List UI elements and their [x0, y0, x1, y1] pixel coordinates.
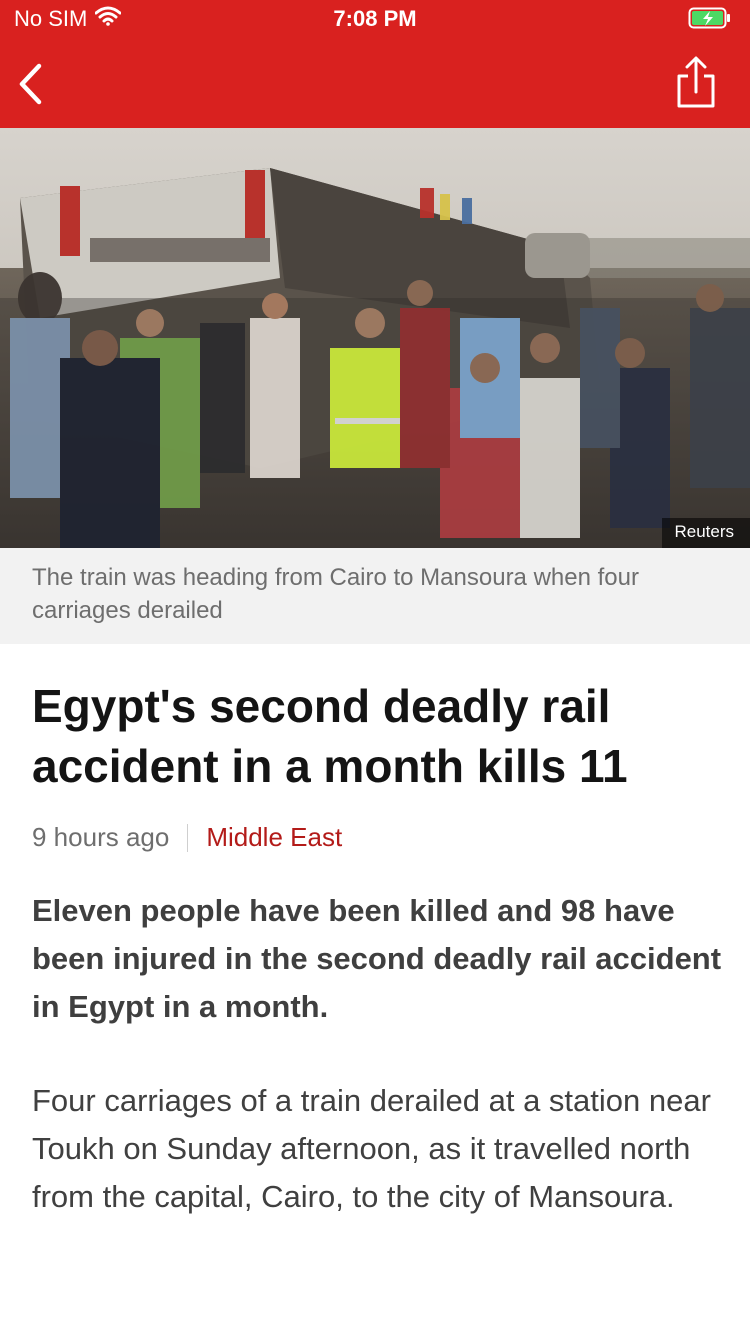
image-caption: The train was heading from Cairo to Mans…: [0, 548, 750, 644]
article-meta: 9 hours ago Middle East: [32, 822, 722, 853]
timestamp: 9 hours ago: [32, 822, 170, 852]
train-derailment-photo: [0, 128, 750, 548]
article-headline: Egypt's second deadly rail accident in a…: [32, 680, 628, 792]
meta-divider: [187, 823, 189, 852]
photo-credit: Reuters: [662, 518, 750, 548]
status-bar: No SIM 7:08 PM: [0, 0, 750, 40]
battery-charging-icon: [688, 6, 732, 35]
share-icon: [677, 56, 715, 108]
hero-image[interactable]: Reuters: [0, 128, 750, 548]
share-button[interactable]: [676, 56, 716, 110]
section-link[interactable]: Middle East: [206, 822, 342, 853]
status-time: 7:08 PM: [333, 6, 417, 31]
article-paragraph: Four carriages of a train derailed at a …: [32, 1083, 711, 1214]
navigation-bar: [0, 40, 750, 128]
article-summary: Eleven people have been killed and 98 ha…: [32, 893, 722, 1024]
article-body: Egypt's second deadly rail accident in a…: [32, 644, 722, 1252]
chevron-left-icon: [19, 63, 42, 105]
back-button[interactable]: [12, 60, 52, 108]
